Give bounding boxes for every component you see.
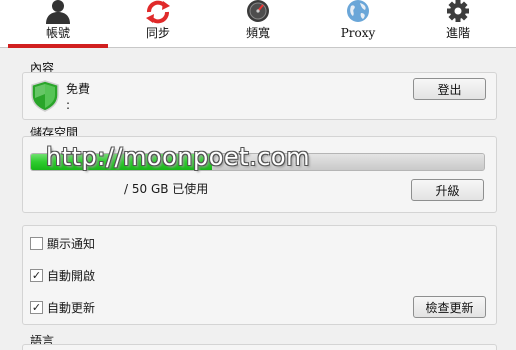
speedometer-icon (247, 0, 269, 22)
upgrade-button[interactable]: 升級 (411, 179, 484, 201)
check-update-button[interactable]: 檢查更新 (413, 296, 486, 318)
tab-account-label: 帳號 (45, 26, 70, 40)
tab-proxy[interactable]: Proxy (308, 0, 408, 48)
storage-panel (22, 136, 497, 213)
person-icon (46, 0, 70, 24)
auto-start-label: 自動開啟 (47, 269, 96, 283)
sync-icon (146, 0, 170, 24)
tab-bandwidth-label: 頻寬 (245, 26, 270, 40)
gear-icon (447, 0, 469, 22)
show-notifications-checkbox[interactable] (30, 237, 43, 250)
plan-name: 免費 (66, 82, 91, 96)
language-panel (22, 344, 497, 350)
auto-update-label: 自動更新 (47, 301, 96, 315)
tab-account[interactable]: 帳號 (8, 0, 108, 48)
tab-proxy-label: Proxy (340, 26, 376, 40)
show-notifications-label: 顯示通知 (47, 237, 96, 251)
active-tab-indicator (8, 44, 108, 48)
storage-usage-text: / 50 GB 已使用 (124, 182, 209, 196)
plan-detail: : (66, 98, 71, 112)
tab-advanced-label: 進階 (445, 26, 470, 40)
tab-sync-label: 同步 (145, 26, 170, 40)
shield-icon (31, 80, 59, 112)
auto-update-checkbox[interactable]: ✓ (30, 301, 43, 314)
auto-start-checkbox[interactable]: ✓ (30, 269, 43, 282)
globe-icon (347, 0, 369, 22)
tab-advanced[interactable]: 進階 (408, 0, 508, 48)
storage-progress-bar (30, 153, 485, 171)
logout-button[interactable]: 登出 (413, 78, 486, 100)
tab-sync[interactable]: 同步 (108, 0, 208, 48)
top-toolbar: 帳號 同步 頻寬 Proxy 進階 (0, 0, 516, 48)
tab-bandwidth[interactable]: 頻寬 (208, 0, 308, 48)
storage-progress-fill (31, 154, 213, 170)
storage-progress-remaining (212, 154, 484, 170)
